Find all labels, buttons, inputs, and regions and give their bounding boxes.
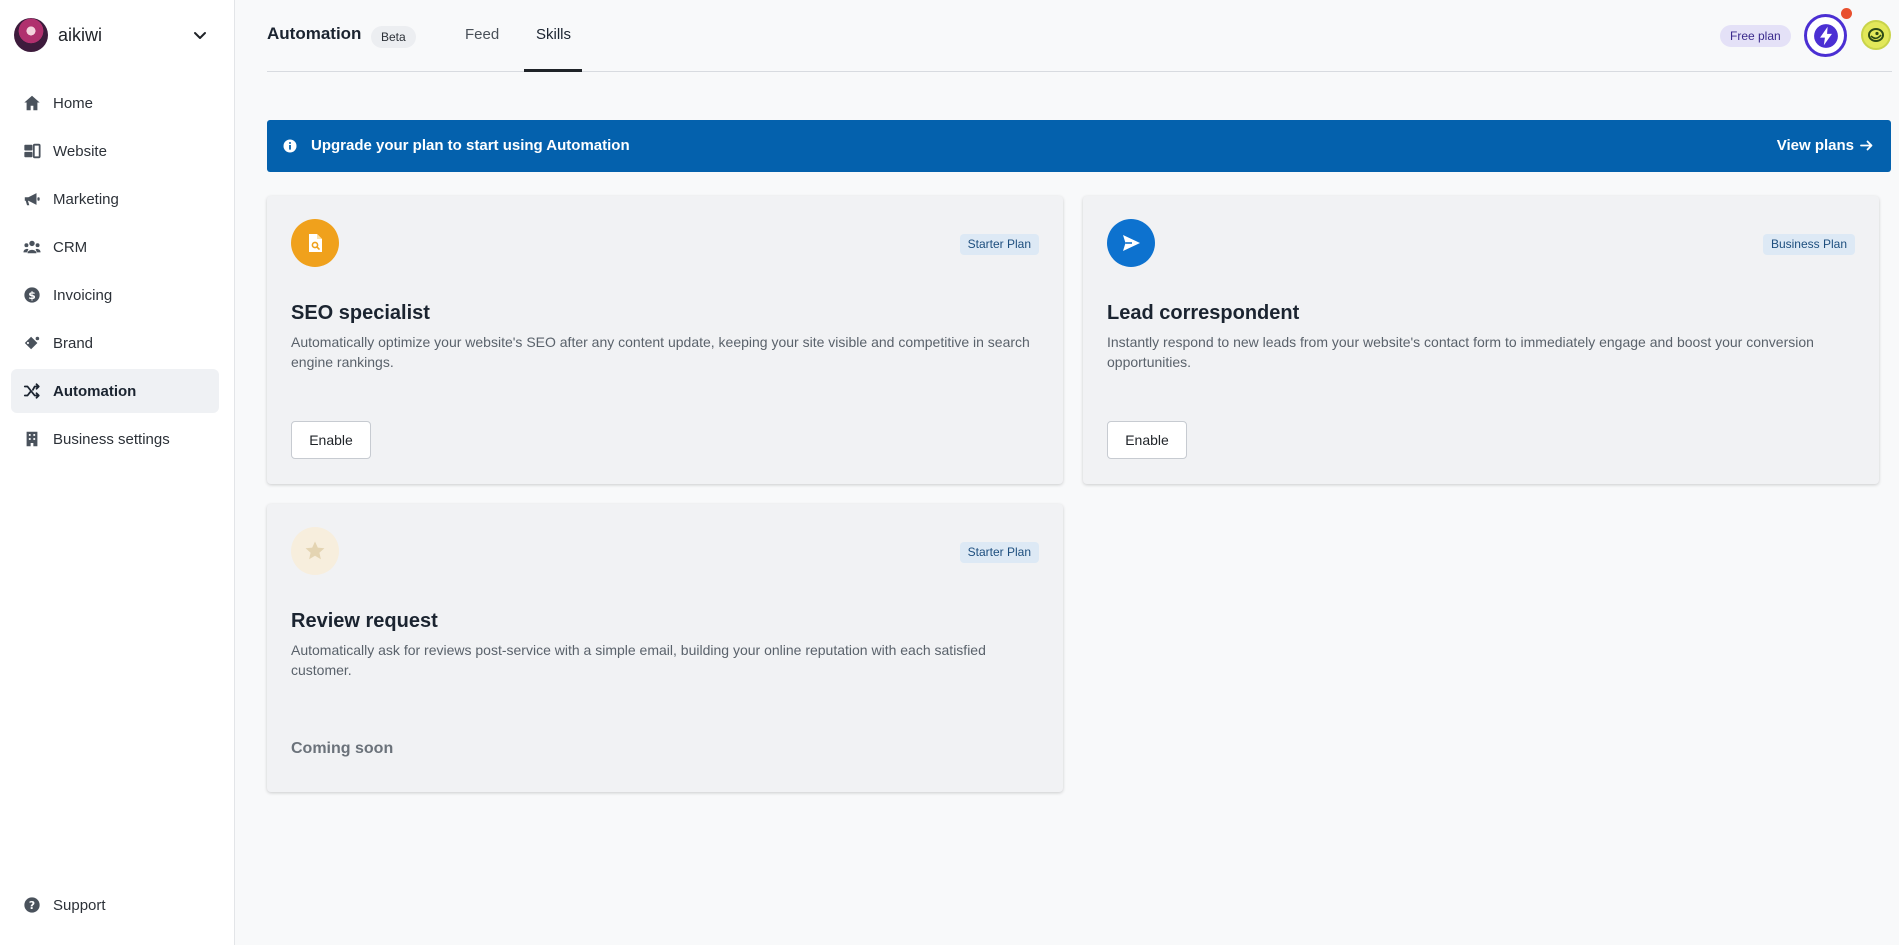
sidebar-item-website[interactable]: Website [11,129,219,173]
sidebar-item-label: Invoicing [53,286,113,304]
plan-badge[interactable]: Free plan [1720,25,1791,47]
sidebar-item-crm[interactable]: CRM [11,225,219,269]
sidebar-item-support[interactable]: ? Support [22,895,106,915]
people-icon [22,237,42,257]
star-icon [291,527,339,575]
chevron-down-icon[interactable] [192,27,208,43]
card-description: Instantly respond to new leads from your… [1107,334,1814,370]
sidebar-item-label: Home [53,94,94,112]
sidebar-item-business-settings[interactable]: Business settings [11,417,219,461]
banner-message: Upgrade your plan to start using Automat… [311,137,630,154]
tab-feed[interactable]: Feed [465,26,499,43]
svg-text:$: $ [28,289,36,302]
sidebar-item-brand[interactable]: Brand [11,321,219,365]
skill-card-seo-specialist: Starter Plan SEO specialist Automaticall… [267,196,1063,484]
support-label: Support [53,896,106,914]
megaphone-icon [22,189,42,209]
notification-dot [1841,8,1852,19]
card-title: Lead correspondent [1107,302,1300,324]
sidebar-nav: Home Website Marketing CRM $ Invoicing B… [11,81,219,465]
business-avatar [14,18,48,52]
skill-card-lead-correspondent: Business Plan Lead correspondent Instant… [1083,196,1879,484]
top-header: Automation Beta Feed Skills Free plan [267,0,1892,72]
document-search-icon [291,219,339,267]
upgrade-banner: Upgrade your plan to start using Automat… [267,120,1891,172]
send-icon [1107,219,1155,267]
gem-icon [22,333,42,353]
info-icon [283,139,297,153]
skill-card-review-request: Starter Plan Review request Automaticall… [267,504,1063,792]
building-icon [22,429,42,449]
sidebar-item-label: Business settings [53,430,170,448]
sidebar-item-marketing[interactable]: Marketing [11,177,219,221]
plan-badge-starter: Starter Plan [959,542,1039,563]
coming-soon-label: Coming soon [291,740,394,757]
svg-text:?: ? [29,899,35,912]
business-switcher[interactable]: aikiwi [14,18,214,52]
sidebar: aikiwi Home Website Marketing CRM $ Invo… [0,0,235,945]
sidebar-item-invoicing[interactable]: $ Invoicing [11,273,219,317]
dollar-icon: $ [22,285,42,305]
beta-badge: Beta [371,26,416,48]
sidebar-item-label: Website [53,142,107,160]
view-plans-label: View plans [1776,137,1854,154]
home-icon [22,93,42,113]
sidebar-item-automation[interactable]: Automation [11,369,219,413]
enable-seo-button[interactable]: Enable [291,421,371,459]
sidebar-item-label: CRM [53,238,88,256]
help-icon: ? [22,895,42,915]
sidebar-item-home[interactable]: Home [11,81,219,125]
business-name: aikiwi [58,24,103,45]
active-tab-indicator [524,69,582,72]
enable-lead-button[interactable]: Enable [1107,421,1187,459]
sidebar-item-label: Automation [53,382,137,400]
sidebar-item-label: Marketing [53,190,119,208]
card-title: SEO specialist [291,302,430,324]
website-icon [22,141,42,161]
sidebar-item-label: Brand [53,334,94,352]
card-title: Review request [291,610,438,632]
bolt-icon[interactable] [1804,14,1847,57]
view-plans-link[interactable]: View plans [1777,137,1874,154]
plan-badge-starter: Starter Plan [959,234,1039,255]
arrow-right-icon [1860,140,1873,151]
user-avatar[interactable] [1861,20,1891,50]
page-title: Automation [267,24,362,43]
card-description: Automatically optimize your website's SE… [291,334,1030,370]
card-description: Automatically ask for reviews post-servi… [291,642,986,678]
tab-skills[interactable]: Skills [536,26,571,43]
shuffle-icon [22,381,42,401]
plan-badge-business: Business Plan [1762,234,1855,255]
